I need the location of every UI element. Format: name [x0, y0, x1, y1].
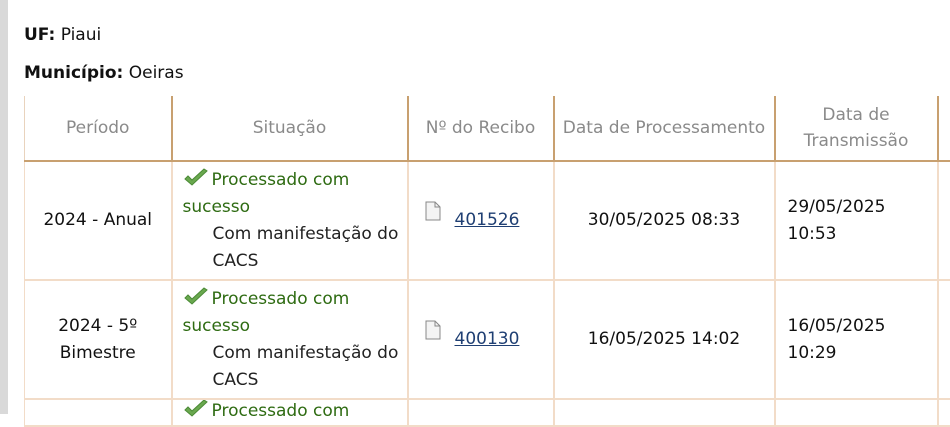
processamento-cell: 16/05/2025 14:02 — [554, 280, 775, 399]
status-text: Processado com sucesso — [183, 286, 407, 340]
transmissao-cell — [775, 399, 938, 426]
header-recibo: Nº do Recibo — [408, 96, 554, 161]
transmissao-cell: 16/05/2025 10:29 — [775, 280, 938, 399]
recibo-link[interactable]: 401526 — [455, 210, 520, 230]
municipio-field: Município: Oeiras — [24, 63, 184, 83]
recibo-cell: 401526 — [408, 161, 554, 280]
situacao-cell: Processado com sucesso Com manifestação … — [172, 280, 408, 399]
document-icon — [425, 201, 441, 221]
status-label: Processado com — [212, 401, 350, 421]
periodo-cell: 2024 - 5º Bimestre — [25, 280, 172, 399]
table-row: Processado com — [25, 399, 950, 426]
header-transmissao: Data de Transmissão — [775, 96, 938, 161]
check-icon — [183, 168, 209, 188]
extra-cell — [938, 399, 950, 426]
cacs-note: Com manifestação do CACS — [183, 221, 407, 275]
status-text: Processado com sucesso — [183, 167, 407, 221]
extra-cell — [938, 161, 950, 280]
municipio-value: Oeiras — [129, 63, 184, 83]
left-border — [0, 0, 8, 414]
header-periodo: Período — [25, 96, 172, 161]
periodo-cell: 2024 - Anual — [25, 161, 172, 280]
table-header-row: Período Situação Nº do Recibo Data de Pr… — [25, 96, 950, 161]
transmissao-cell: 29/05/2025 10:53 — [775, 161, 938, 280]
document-icon — [425, 320, 441, 340]
uf-field: UF: Piaui — [24, 25, 101, 45]
situacao-cell: Processado com — [172, 399, 408, 426]
recibo-cell — [408, 399, 554, 426]
table-row: 2024 - 5º Bimestre Processado com sucess… — [25, 280, 950, 399]
header-extra — [938, 96, 950, 161]
table-row: 2024 - Anual Processado com sucesso Com … — [25, 161, 950, 280]
cacs-note: Com manifestação do CACS — [183, 340, 407, 394]
municipio-label: Município: — [24, 63, 123, 83]
submissions-table: Período Situação Nº do Recibo Data de Pr… — [24, 96, 950, 427]
uf-label: UF: — [24, 25, 55, 45]
header-processamento: Data de Processamento — [554, 96, 775, 161]
processamento-cell — [554, 399, 775, 426]
check-icon — [183, 399, 209, 419]
header-situacao: Situação — [172, 96, 408, 161]
situacao-cell: Processado com sucesso Com manifestação … — [172, 161, 408, 280]
recibo-cell: 400130 — [408, 280, 554, 399]
check-icon — [183, 287, 209, 307]
extra-cell — [938, 280, 950, 399]
recibo-link[interactable]: 400130 — [455, 329, 520, 349]
processamento-cell: 30/05/2025 08:33 — [554, 161, 775, 280]
uf-value: Piaui — [61, 25, 102, 45]
status-text: Processado com — [173, 399, 407, 425]
periodo-cell — [25, 399, 172, 426]
